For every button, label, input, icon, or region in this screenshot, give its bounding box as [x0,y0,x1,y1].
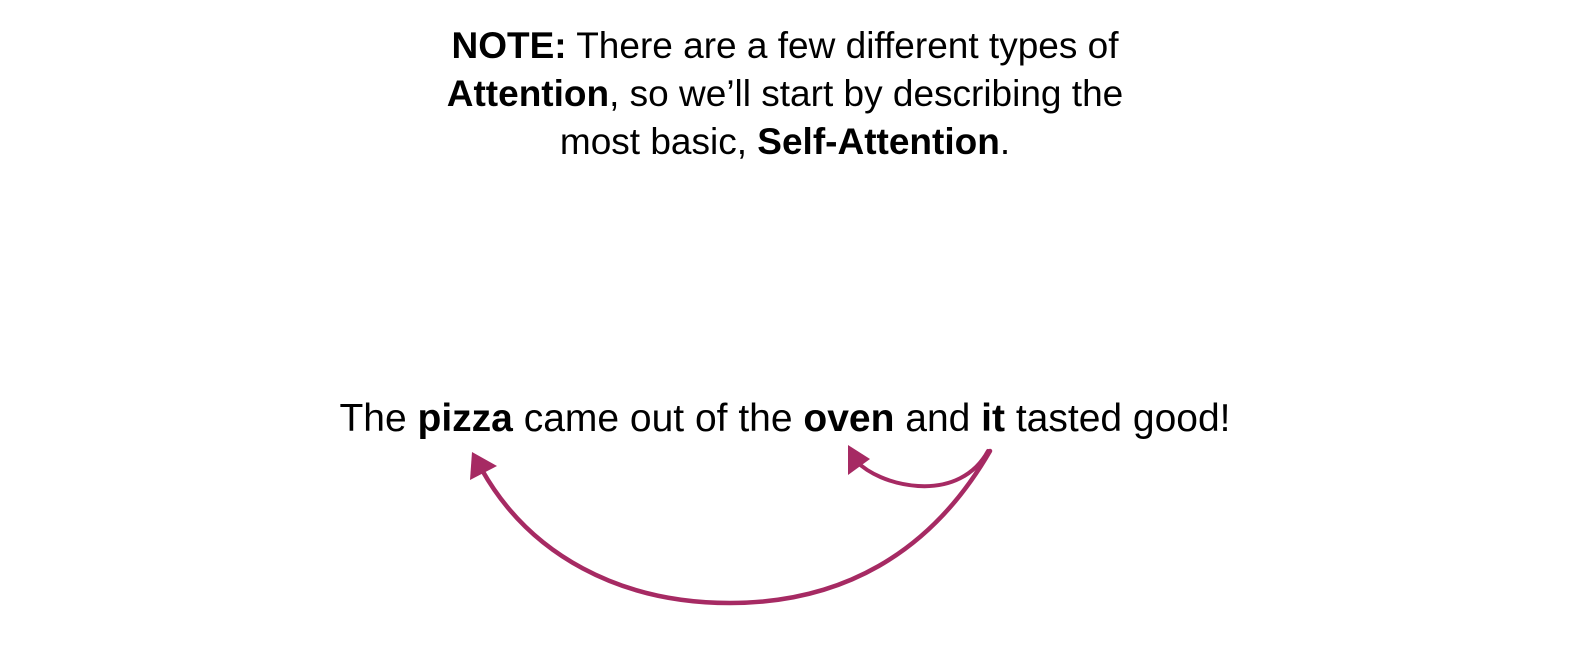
note-line-2-text: , so we’ll start by describing the [609,73,1124,114]
word-pizza: pizza [417,397,513,440]
arrow-it-to-pizza [470,448,993,606]
arrow-it-to-oven-head [848,445,870,475]
note-paragraph: NOTE: There are a few different types of… [0,22,1570,166]
attention-term: Attention [446,73,610,114]
arrow-it-to-oven-curve [854,449,990,489]
arrow-it-to-pizza-head [470,452,497,480]
note-line-1: NOTE: There are a few different types of [0,22,1570,70]
note-line-1-text: There are a few different types of [566,25,1119,66]
example-sentence: The pizza came out of the oven and it ta… [0,394,1570,444]
note-label: NOTE: [451,25,567,66]
word-it: it [981,397,1005,440]
note-line-3-suffix: . [999,121,1011,162]
words-came-out-of-the: came out of the [512,397,804,440]
note-line-2: Attention, so we’ll start by describing … [0,70,1570,118]
note-line-3-text: most basic, [559,121,758,162]
arrow-it-to-pizza-curve [479,448,993,606]
word-the: The [339,397,418,440]
words-tasted-good: tasted good! [1005,397,1231,440]
word-oven: oven [803,397,895,440]
word-and: and [894,397,982,440]
self-attention-term: Self-Attention [757,121,1000,162]
note-line-3: most basic, Self-Attention. [0,118,1570,166]
arrow-it-to-oven [848,445,990,489]
